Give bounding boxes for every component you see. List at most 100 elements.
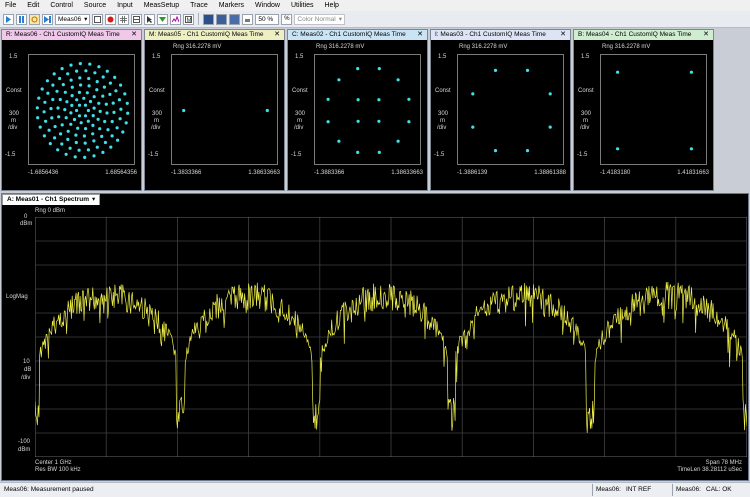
constellation-point — [111, 101, 115, 105]
menu-window[interactable]: Window — [250, 2, 286, 9]
menu-edit[interactable]: Edit — [22, 2, 45, 9]
close-icon[interactable]: ✕ — [274, 30, 280, 40]
menu-file[interactable]: File — [0, 2, 22, 9]
status-ref: INT REF — [626, 486, 652, 493]
constellation-point — [60, 67, 64, 71]
single-icon[interactable] — [42, 13, 53, 25]
play-icon[interactable] — [3, 13, 14, 25]
status-message: Meas06: Measurement paused — [4, 486, 94, 493]
constellation-point — [66, 72, 70, 76]
constellation-point — [105, 69, 109, 73]
save-icon[interactable] — [229, 13, 241, 25]
marker-table-icon[interactable]: M — [183, 13, 195, 25]
marker-down-icon[interactable] — [157, 13, 169, 25]
x-min-label: -1.3833366 — [171, 170, 202, 176]
preset-icon[interactable] — [92, 13, 104, 25]
constellation-point — [103, 119, 107, 124]
constellation-point — [91, 123, 95, 127]
pause-icon[interactable] — [16, 13, 27, 25]
percent-icon[interactable]: % — [281, 13, 293, 25]
display-icon[interactable] — [203, 13, 215, 25]
constellation-point — [95, 80, 99, 84]
constellation-plot — [600, 54, 707, 165]
constellation-point — [265, 108, 269, 113]
menu-markers[interactable]: Markers — [214, 2, 250, 9]
panel-tab-title: M: Meas05 - Ch1 CustomIQ Meas Time — [149, 31, 264, 38]
constellation-point — [92, 154, 96, 158]
panel-tab[interactable]: R: Meas06 - Ch1 CustomIQ Meas Time ✕ — [2, 30, 141, 40]
constellation-point — [110, 119, 114, 124]
constellation-point — [46, 91, 50, 95]
span-label: Span 78 MHz — [705, 460, 742, 466]
constellation-point — [79, 121, 83, 125]
menu-control[interactable]: Control — [45, 2, 79, 9]
spectrum-tab[interactable]: A: Meas01 - Ch1 Spectrum ▾ — [2, 194, 101, 205]
menu-source[interactable]: Source — [79, 2, 112, 9]
y-const-label: Const — [6, 88, 22, 94]
panel-tab[interactable]: I: Meas03 - Ch1 CustomIQ Meas Time ✕ — [431, 30, 570, 40]
menu-utilities[interactable]: Utilities — [286, 2, 320, 9]
constellation-point — [108, 92, 112, 96]
close-icon[interactable]: ✕ — [131, 30, 137, 40]
constellation-point — [72, 117, 77, 122]
x-max-label: 1.38633663 — [248, 170, 280, 176]
y-div-label: /div — [294, 125, 304, 131]
status-divider — [592, 484, 593, 496]
constellation-point — [396, 78, 400, 82]
constellation-point — [471, 92, 475, 96]
constellation-point — [50, 116, 54, 120]
close-icon[interactable]: ✕ — [560, 30, 566, 40]
color-mode-select[interactable]: Color Normal ▾ — [294, 13, 345, 25]
y-const-label: Const — [578, 88, 594, 94]
constellation-point — [82, 96, 86, 100]
constellation-point — [58, 97, 62, 102]
constellation-point — [83, 155, 87, 159]
y-top-label: 1.5 — [581, 54, 590, 60]
constellation-point — [471, 125, 475, 129]
x-max-label: 1.41831663 — [677, 170, 709, 176]
constellation-point — [87, 76, 91, 81]
meas-select[interactable]: Meas06 ▾ — [55, 13, 91, 25]
constellation-point — [70, 103, 74, 107]
menu-input[interactable]: Input — [112, 2, 139, 9]
zoom-select[interactable]: 50 % — [255, 13, 280, 25]
panel-tab[interactable]: B: Meas04 - Ch1 CustomIQ Meas Time ✕ — [574, 30, 713, 40]
peak-icon[interactable] — [170, 13, 182, 25]
panel-tab-title: C: Meas02 - Ch1 CustomIQ Meas Time — [292, 31, 406, 38]
y-div-value: 300 — [438, 111, 449, 117]
constellation-point — [86, 148, 90, 152]
record-icon[interactable] — [105, 13, 117, 25]
constellation-point — [112, 110, 116, 114]
constellation-point — [66, 129, 70, 133]
constellation-plot — [171, 54, 278, 165]
status-bar: Meas06: Measurement paused Meas06: INT R… — [0, 482, 750, 497]
panel-tab[interactable]: M: Meas05 - Ch1 CustomIQ Meas Time ✕ — [145, 30, 284, 40]
restart-icon[interactable] — [29, 13, 40, 25]
constellation-point — [95, 88, 99, 92]
constellation-point — [108, 81, 112, 85]
constellation-point — [407, 97, 411, 101]
constellation-point — [74, 140, 78, 145]
grid-icon[interactable] — [118, 13, 130, 25]
constellation-point — [91, 132, 95, 136]
y-div-label: /div — [21, 375, 31, 381]
y-div-unit: m — [297, 118, 302, 124]
constellation-point — [77, 114, 82, 118]
print-icon[interactable] — [242, 13, 254, 25]
close-icon[interactable]: ✕ — [417, 30, 423, 40]
constellation-point — [48, 142, 52, 146]
y-mid-label: LogMag — [6, 294, 28, 300]
menu-help[interactable]: Help — [320, 2, 345, 9]
pointer-icon[interactable] — [144, 13, 156, 25]
y-top-value: 0 — [24, 214, 28, 220]
y-const-label: Const — [292, 88, 308, 94]
constellation-point — [102, 85, 106, 89]
panel-tab[interactable]: C: Meas02 - Ch1 CustomIQ Meas Time ✕ — [288, 30, 427, 40]
layout-icon[interactable] — [131, 13, 143, 25]
y-div-unit: m — [11, 118, 16, 124]
close-icon[interactable]: ✕ — [703, 30, 709, 40]
menu-meassetup[interactable]: MeasSetup — [139, 2, 185, 9]
spectrum-icon[interactable] — [216, 13, 228, 25]
y-div-label: /div — [580, 125, 590, 131]
menu-trace[interactable]: Trace — [185, 2, 214, 9]
